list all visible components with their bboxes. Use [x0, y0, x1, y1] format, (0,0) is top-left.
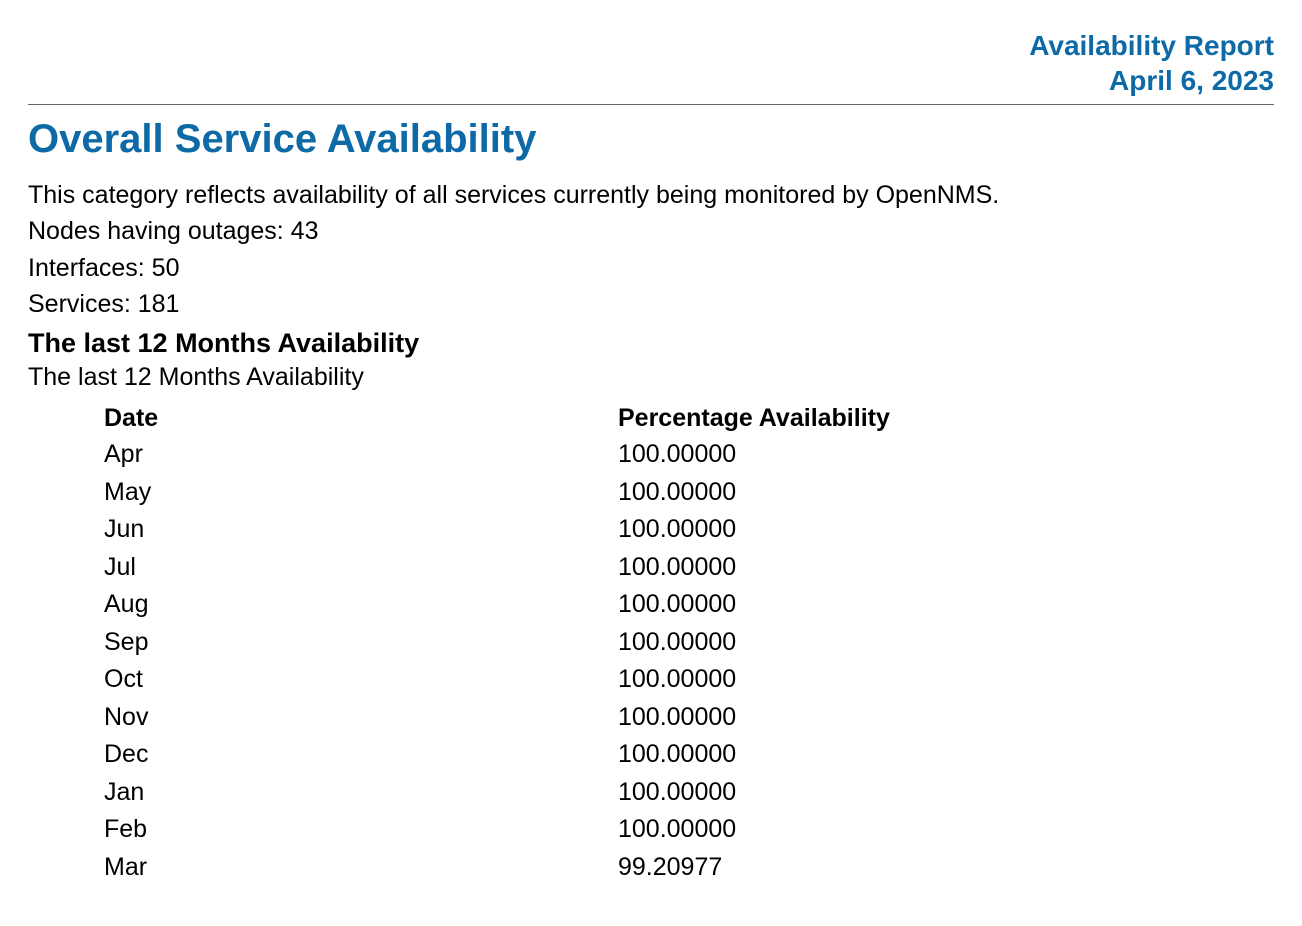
table-cell-percentage: 100.00000 — [618, 549, 890, 587]
table-cell-date: Mar — [104, 849, 618, 887]
section-title: Overall Service Availability — [28, 115, 1274, 163]
table-cell-percentage: 100.00000 — [618, 736, 890, 774]
table-cell-date: Jun — [104, 511, 618, 549]
table-cell-percentage: 100.00000 — [618, 586, 890, 624]
table-row: Mar99.20977 — [104, 849, 890, 887]
table-cell-date: Aug — [104, 586, 618, 624]
table-cell-date: Oct — [104, 661, 618, 699]
table-cell-percentage: 100.00000 — [618, 474, 890, 512]
table-cell-date: Sep — [104, 624, 618, 662]
table-cell-percentage: 100.00000 — [618, 811, 890, 849]
table-cell-date: Apr — [104, 436, 618, 474]
report-title: Availability Report — [28, 28, 1274, 63]
table-row: Aug100.00000 — [104, 586, 890, 624]
table-header-percentage: Percentage Availability — [618, 400, 890, 436]
table-header-row: Date Percentage Availability — [104, 400, 890, 436]
table-cell-percentage: 100.00000 — [618, 774, 890, 812]
services-line: Services: 181 — [28, 286, 1274, 322]
table-row: Jan100.00000 — [104, 774, 890, 812]
table-row: Nov100.00000 — [104, 699, 890, 737]
subsection-heading: The last 12 Months Availability — [28, 328, 1274, 359]
nodes-outages-line: Nodes having outages: 43 — [28, 213, 1274, 249]
table-cell-percentage: 100.00000 — [618, 436, 890, 474]
table-row: Dec100.00000 — [104, 736, 890, 774]
availability-table: Date Percentage Availability Apr100.0000… — [104, 400, 890, 886]
table-cell-percentage: 100.00000 — [618, 661, 890, 699]
section-description: This category reflects availability of a… — [28, 177, 1274, 213]
table-cell-date: Nov — [104, 699, 618, 737]
table-cell-percentage: 100.00000 — [618, 624, 890, 662]
table-row: Sep100.00000 — [104, 624, 890, 662]
table-row: Feb100.00000 — [104, 811, 890, 849]
table-cell-percentage: 100.00000 — [618, 699, 890, 737]
table-cell-date: Dec — [104, 736, 618, 774]
table-row: Oct100.00000 — [104, 661, 890, 699]
report-header: Availability Report April 6, 2023 — [28, 28, 1274, 98]
table-cell-date: Jan — [104, 774, 618, 812]
table-cell-date: May — [104, 474, 618, 512]
subsection-description: The last 12 Months Availability — [28, 363, 1274, 392]
header-rule — [28, 104, 1274, 105]
table-row: Apr100.00000 — [104, 436, 890, 474]
table-header-date: Date — [104, 400, 618, 436]
table-cell-date: Feb — [104, 811, 618, 849]
table-row: Jun100.00000 — [104, 511, 890, 549]
table-row: Jul100.00000 — [104, 549, 890, 587]
table-row: May100.00000 — [104, 474, 890, 512]
interfaces-line: Interfaces: 50 — [28, 250, 1274, 286]
table-cell-percentage: 100.00000 — [618, 511, 890, 549]
table-cell-date: Jul — [104, 549, 618, 587]
table-cell-percentage: 99.20977 — [618, 849, 890, 887]
report-date: April 6, 2023 — [28, 63, 1274, 98]
